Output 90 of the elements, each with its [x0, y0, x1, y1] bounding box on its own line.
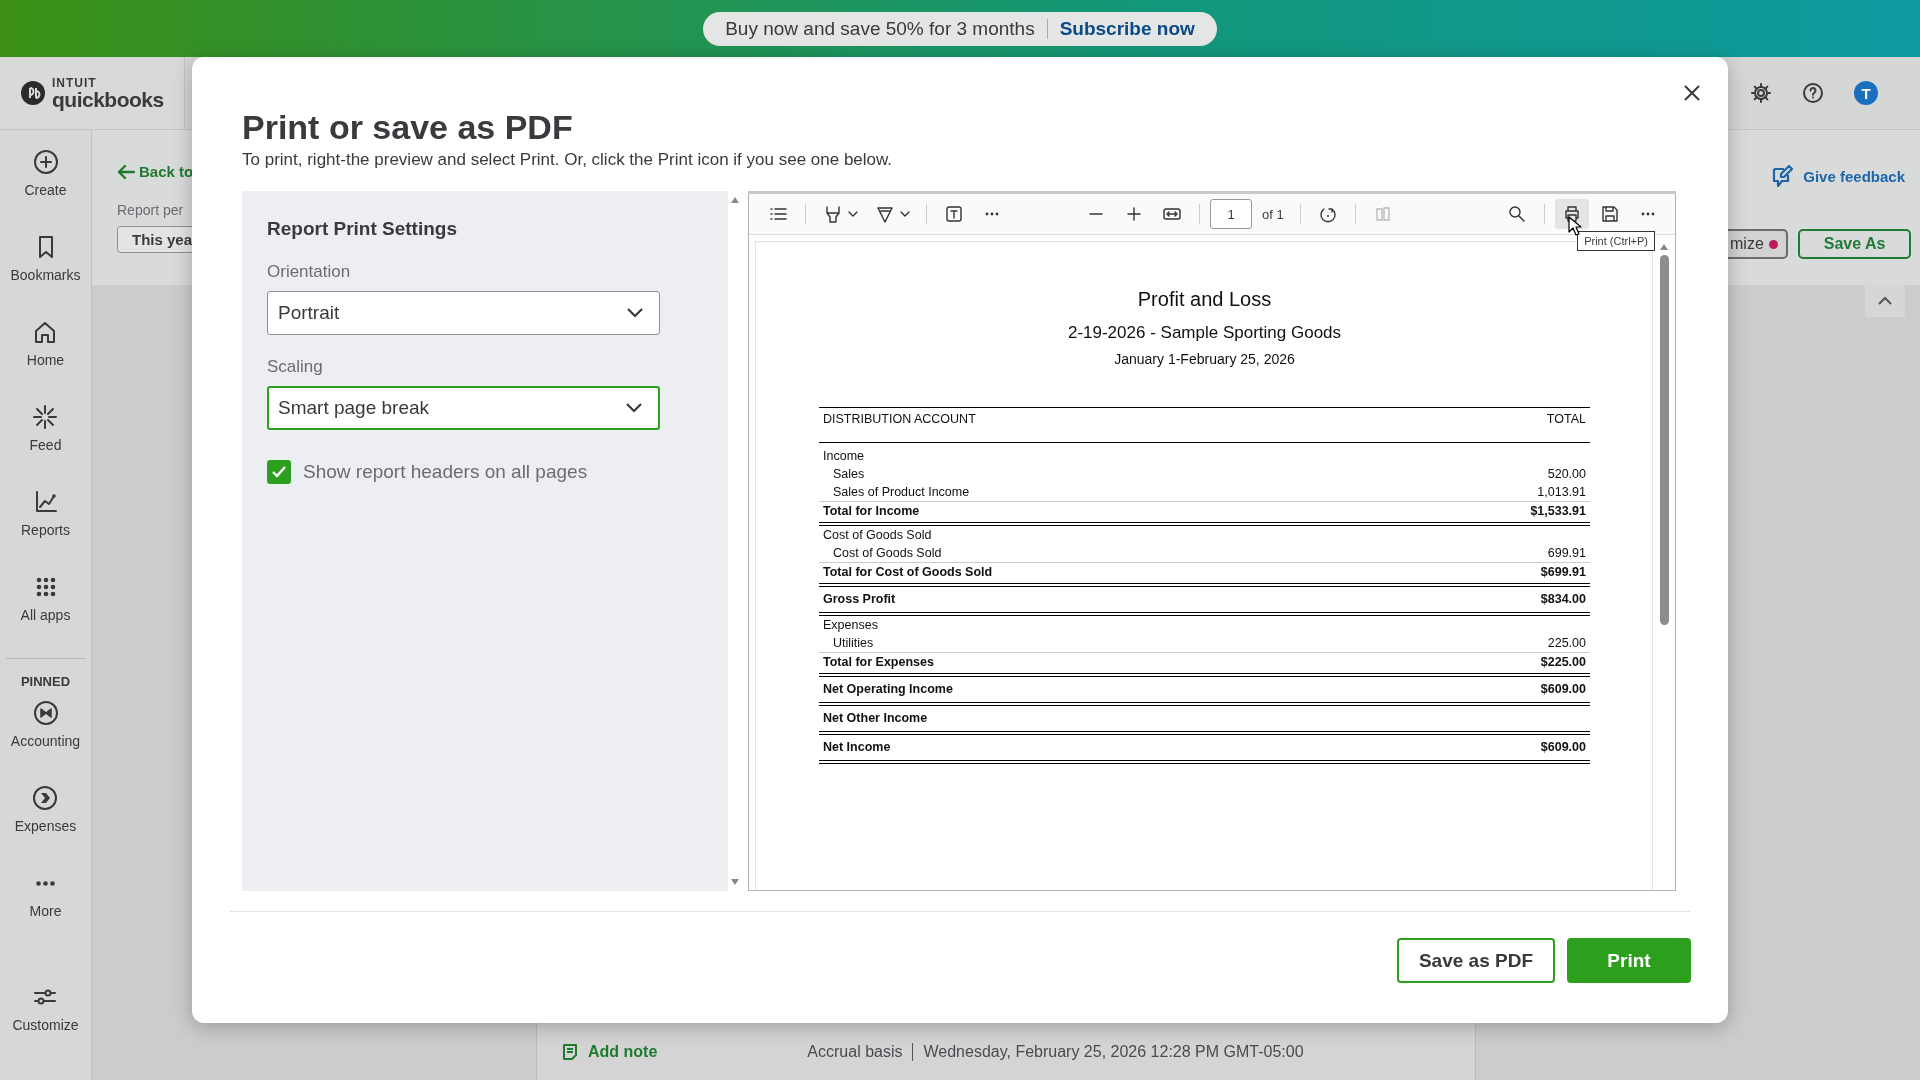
amount: 1,013.91 — [1537, 485, 1586, 500]
report-period-label: Report per — [117, 202, 184, 218]
amount: 520.00 — [1547, 467, 1586, 482]
account-name: Income — [823, 449, 864, 464]
nav-item[interactable]: Create — [24, 148, 67, 233]
logo-icon — [20, 80, 46, 106]
amount: 699.91 — [1547, 546, 1586, 561]
dropdown[interactable]: Portrait — [267, 291, 660, 336]
account-name: Net Other Income — [823, 711, 928, 726]
chevron-down-icon — [627, 308, 643, 319]
instructions-text: To print, right-the preview and select Print. Or, click the Print icon if you see one below. — [242, 150, 894, 171]
save-as-button[interactable]: Save As — [1797, 229, 1912, 259]
scroll-down-icon — [730, 878, 740, 887]
notification-dot — [1768, 239, 1778, 249]
close-icon[interactable] — [1682, 83, 1702, 103]
collapse-button[interactable] — [1865, 285, 1905, 317]
give-feedback-link[interactable]: Give feedback — [1769, 163, 1905, 189]
checkmark-icon — [271, 465, 287, 480]
pinned-label: PINNED — [5, 658, 86, 699]
customize-button[interactable]: mize — [1728, 229, 1788, 259]
nav-item[interactable]: Accounting — [10, 699, 81, 784]
promo-text: Buy now and save 50% for 3 months — [725, 17, 1035, 40]
nav-item[interactable]: Bookmarks — [10, 233, 81, 318]
dropdown[interactable]: Smart page break — [267, 386, 660, 431]
checkbox-label: Show report headers on all pages — [303, 461, 588, 484]
subscribe-link[interactable]: Subscribe now — [1059, 17, 1195, 40]
nav-item[interactable]: Home — [26, 318, 65, 403]
nav-item[interactable]: All apps — [20, 573, 71, 658]
report-dates: January 1-February 25, 2026 — [1113, 351, 1296, 368]
amount: $699.91 — [1540, 565, 1586, 580]
amount: $225.00 — [1540, 655, 1586, 670]
scroll-up-icon — [730, 196, 740, 205]
caret-down-icon[interactable] — [900, 211, 910, 218]
create-icon — [31, 148, 60, 176]
save-as-pdf-button[interactable]: Save as PDF — [1396, 938, 1555, 984]
scroll-up-icon — [1659, 243, 1669, 252]
accounting-basis: Accrual basis — [807, 1042, 903, 1061]
account-name: Total for Income — [823, 504, 920, 519]
column-header: TOTAL — [1546, 412, 1586, 429]
logo-brand: INTUIT — [52, 76, 98, 89]
caret-down-icon[interactable] — [848, 211, 858, 218]
note-icon — [562, 1042, 578, 1061]
account-name: Utilities — [833, 636, 874, 651]
amount: $834.00 — [1540, 592, 1586, 607]
amount: 225.00 — [1547, 636, 1586, 651]
nav-item[interactable]: Feed — [29, 403, 62, 488]
account-name: Total for Expenses — [823, 655, 934, 670]
user-avatar[interactable]: T — [1854, 81, 1878, 105]
page-count: of 1 — [1262, 206, 1284, 222]
chevron-up-icon — [1877, 296, 1893, 306]
bowtie-circle-icon — [31, 699, 60, 727]
settings-heading: Report Print Settings — [267, 218, 458, 241]
report-period-dropdown[interactable]: This yea — [117, 226, 192, 253]
starburst-icon — [31, 403, 60, 431]
column-header: DISTRIBUTION ACCOUNT — [823, 412, 976, 429]
account-name: Total for Cost of Goods Sold — [823, 565, 993, 580]
arrow-left-icon — [117, 163, 135, 180]
account-name: Sales — [833, 467, 865, 482]
dialog-title: Print or save as PDF — [242, 109, 574, 147]
account-name: Sales of Product Income — [833, 485, 970, 500]
add-note-link[interactable]: Add note — [562, 1042, 658, 1061]
checkbox[interactable] — [267, 460, 291, 485]
account-name: Gross Profit — [823, 592, 896, 607]
back-link[interactable]: Back to — [117, 163, 192, 180]
company-name: 2-19-2026 - Sample Sporting Goods — [1066, 323, 1343, 344]
nav-item[interactable]: Expenses — [14, 784, 77, 869]
account-name: Expenses — [823, 618, 878, 633]
chevron-circle-icon — [31, 784, 60, 812]
field-label: Scaling — [267, 357, 324, 378]
account-name: Cost of Goods Sold — [833, 546, 942, 561]
report-timestamp: Wednesday, February 25, 2026 12:28 PM GMT-05:00 — [923, 1042, 1304, 1061]
help-icon[interactable] — [1802, 82, 1824, 104]
page-number-field[interactable]: 1 — [1210, 199, 1252, 230]
settings-icon[interactable] — [1750, 82, 1772, 104]
report-title: Profit and Loss — [1136, 288, 1273, 312]
chevron-down-icon — [626, 403, 642, 414]
field-label: Orientation — [267, 262, 352, 283]
amount: $1,533.91 — [1530, 504, 1586, 519]
account-name: Net Income — [823, 740, 891, 755]
nav-item[interactable]: Reports — [21, 488, 70, 573]
nav-item[interactable]: More — [29, 869, 62, 954]
more-icon — [36, 880, 55, 886]
amount: $609.00 — [1540, 682, 1586, 697]
account-name: Cost of Goods Sold — [823, 528, 932, 543]
logo-text: quickbooks — [52, 88, 164, 110]
account-name: Net Operating Income — [823, 682, 953, 697]
nav-item[interactable]: Customize — [12, 983, 79, 1080]
amount: $609.00 — [1540, 740, 1586, 755]
tooltip: Print (Ctrl+P) — [1577, 231, 1655, 252]
scrollbar-thumb[interactable] — [1659, 255, 1669, 626]
